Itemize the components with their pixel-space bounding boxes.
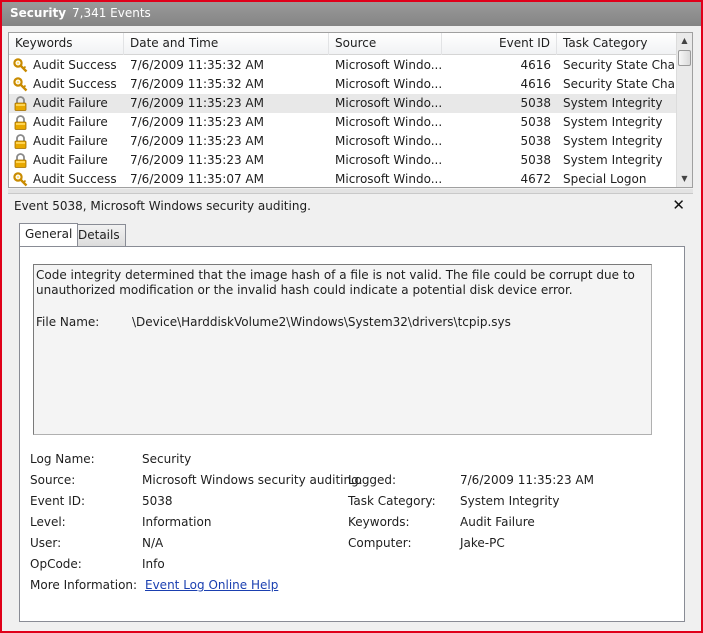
column-header-date-time[interactable]: Date and Time <box>124 33 329 55</box>
table-row[interactable]: Audit Failure 7/6/2009 11:35:23 AM Microso… <box>9 94 678 113</box>
cell-task-category: Special Logon <box>563 172 647 186</box>
file-name-value: \Device\HarddiskVolume2\Windows\System32… <box>132 315 511 329</box>
cell-event-id: 5038 <box>520 153 551 167</box>
column-header-source[interactable]: Source <box>329 33 442 55</box>
cell-keywords: Audit Failure <box>33 153 108 167</box>
cell-date-time: 7/6/2009 11:35:07 AM <box>130 172 264 186</box>
scroll-up-arrow-icon[interactable]: ▲ <box>677 33 692 49</box>
scroll-down-arrow-icon[interactable]: ▼ <box>677 171 692 187</box>
computer-label: Computer: <box>348 536 412 550</box>
cell-task-category: System Integrity <box>563 153 663 167</box>
user-value: N/A <box>142 536 164 550</box>
cell-task-category: Security State Cha... <box>563 58 678 72</box>
cell-keywords: Audit Success <box>33 77 117 91</box>
cell-source: Microsoft Windo... <box>335 153 442 167</box>
cell-task-category: System Integrity <box>563 96 663 110</box>
event-count: 7,341 Events <box>72 6 151 20</box>
event-description-box[interactable]: Code integrity determined that the image… <box>33 264 652 435</box>
event-rows: Audit Success 7/6/2009 11:35:32 AM Microso… <box>9 56 678 187</box>
cell-source: Microsoft Windo... <box>335 134 442 148</box>
table-row[interactable]: Audit Failure 7/6/2009 11:35:23 AM Microso… <box>9 132 678 151</box>
event-viewer-window: Security 7,341 Events Keywords Date and … <box>0 0 703 633</box>
list-scrollbar[interactable]: ▲ ▼ <box>676 33 692 187</box>
cell-event-id: 4672 <box>520 172 551 186</box>
pane-splitter[interactable] <box>8 189 693 194</box>
cell-date-time: 7/6/2009 11:35:23 AM <box>130 96 264 110</box>
keywords-value: Audit Failure <box>460 515 535 529</box>
key-icon <box>13 77 28 92</box>
cell-event-id: 4616 <box>520 58 551 72</box>
event-detail-title: Event 5038, Microsoft Windows security a… <box>14 199 311 213</box>
level-label: Level: <box>30 515 66 529</box>
cell-event-id: 4616 <box>520 77 551 91</box>
task-category-label: Task Category: <box>348 494 436 508</box>
log-name-title: Security <box>10 6 67 20</box>
cell-keywords: Audit Success <box>33 172 117 186</box>
cell-date-time: 7/6/2009 11:35:23 AM <box>130 115 264 129</box>
cell-event-id: 5038 <box>520 134 551 148</box>
cell-task-category: Security State Cha... <box>563 77 678 91</box>
table-row[interactable]: Audit Failure 7/6/2009 11:35:23 AM Microso… <box>9 151 678 170</box>
log-name-label: Log Name: <box>30 452 95 466</box>
event-id-value: 5038 <box>142 494 173 508</box>
file-name-label: File Name: <box>36 315 100 329</box>
column-header-event-id[interactable]: Event ID <box>442 33 557 55</box>
log-name-value: Security <box>142 452 192 466</box>
user-label: User: <box>30 536 62 550</box>
cell-keywords: Audit Failure <box>33 96 108 110</box>
tab-details[interactable]: Details <box>72 224 126 246</box>
cell-keywords: Audit Success <box>33 58 117 72</box>
task-category-value: System Integrity <box>460 494 560 508</box>
lock-icon <box>13 96 28 111</box>
key-icon <box>13 172 28 187</box>
computer-value: Jake-PC <box>460 536 505 550</box>
key-icon <box>13 58 28 73</box>
cell-keywords: Audit Failure <box>33 115 108 129</box>
table-row[interactable]: Audit Success 7/6/2009 11:35:32 AM Microso… <box>9 56 678 75</box>
cell-task-category: System Integrity <box>563 115 663 129</box>
cell-date-time: 7/6/2009 11:35:23 AM <box>130 153 264 167</box>
cell-event-id: 5038 <box>520 115 551 129</box>
lock-icon <box>13 115 28 130</box>
cell-source: Microsoft Windo... <box>335 77 442 91</box>
event-log-online-help-link[interactable]: Event Log Online Help <box>145 578 278 592</box>
cell-date-time: 7/6/2009 11:35:32 AM <box>130 58 264 72</box>
scroll-thumb[interactable] <box>678 50 691 66</box>
cell-date-time: 7/6/2009 11:35:32 AM <box>130 77 264 91</box>
general-tab-panel: Code integrity determined that the image… <box>19 246 685 622</box>
events-list: Keywords Date and Time Source Event ID T… <box>8 32 693 188</box>
opcode-label: OpCode: <box>30 557 82 571</box>
table-row[interactable]: Audit Failure 7/6/2009 11:35:23 AM Microso… <box>9 113 678 132</box>
event-detail-header: Event 5038, Microsoft Windows security a… <box>8 195 693 217</box>
column-header-keywords[interactable]: Keywords <box>9 33 124 55</box>
opcode-value: Info <box>142 557 165 571</box>
logged-value: 7/6/2009 11:35:23 AM <box>460 473 594 487</box>
cell-source: Microsoft Windo... <box>335 96 442 110</box>
source-label: Source: <box>30 473 76 487</box>
event-message: Code integrity determined that the image… <box>36 268 635 297</box>
event-id-label: Event ID: <box>30 494 86 508</box>
cell-task-category: System Integrity <box>563 134 663 148</box>
logged-label: Logged: <box>348 473 397 487</box>
lock-icon <box>13 134 28 149</box>
cell-source: Microsoft Windo... <box>335 58 442 72</box>
cell-event-id: 5038 <box>520 96 551 110</box>
cell-source: Microsoft Windo... <box>335 115 442 129</box>
column-header-row: Keywords Date and Time Source Event ID T… <box>9 33 678 55</box>
log-title-bar: Security 7,341 Events <box>2 2 701 26</box>
cell-keywords: Audit Failure <box>33 134 108 148</box>
table-row[interactable]: Audit Success 7/6/2009 11:35:32 AM Microso… <box>9 75 678 94</box>
close-icon[interactable]: ✕ <box>672 196 685 214</box>
tab-general[interactable]: General <box>19 223 79 246</box>
lock-icon <box>13 153 28 168</box>
cell-date-time: 7/6/2009 11:35:23 AM <box>130 134 264 148</box>
more-information-label: More Information: <box>30 578 138 592</box>
cell-source: Microsoft Windo... <box>335 172 442 186</box>
keywords-label: Keywords: <box>348 515 410 529</box>
level-value: Information <box>142 515 212 529</box>
column-header-task-category[interactable]: Task Category <box>557 33 678 55</box>
source-value: Microsoft Windows security auditing. <box>142 473 363 487</box>
table-row[interactable]: Audit Success 7/6/2009 11:35:07 AM Microso… <box>9 170 678 187</box>
